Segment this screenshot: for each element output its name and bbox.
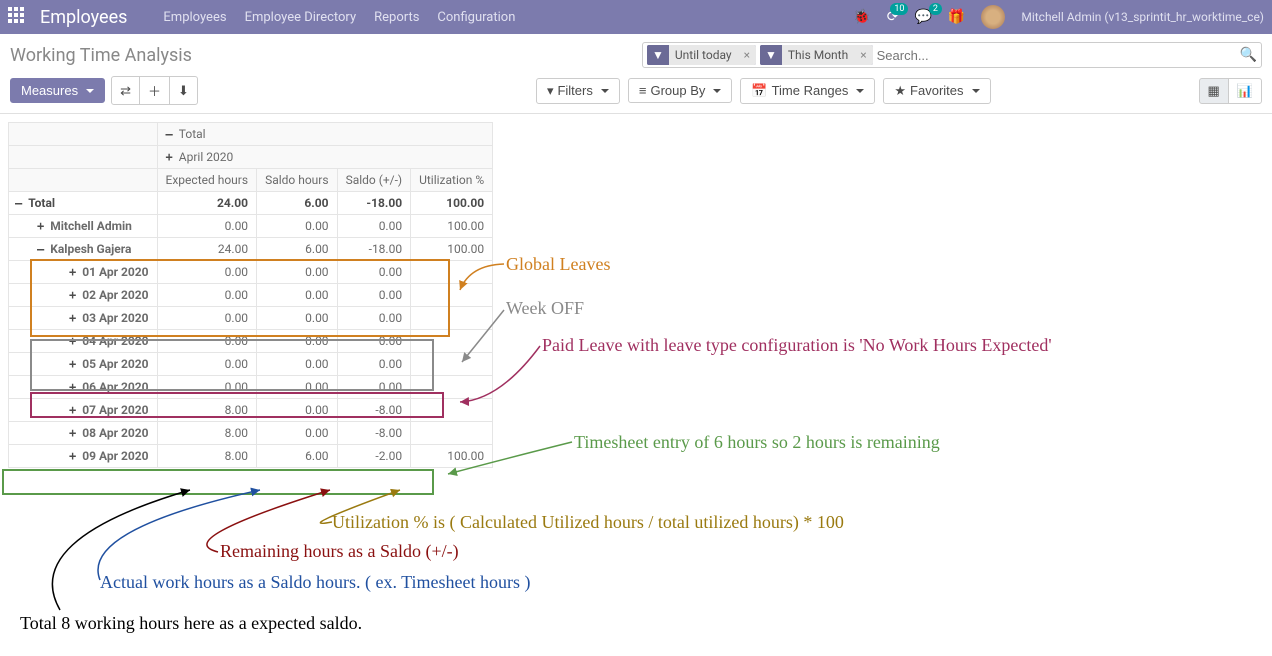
close-icon[interactable]: × — [738, 45, 756, 65]
username[interactable]: Mitchell Admin (v13_sprintit_hr_worktime… — [1021, 10, 1264, 24]
search-input[interactable] — [877, 48, 1236, 63]
annotation-actual: Actual work hours as a Saldo hours. ( ex… — [100, 572, 530, 593]
annotation-week-off: Week OFF — [506, 298, 584, 319]
highlight-timesheet — [2, 469, 434, 495]
activity-badge: 10 — [890, 3, 908, 15]
annotation-remaining: Remaining hours as a Saldo (+/-) — [220, 541, 459, 562]
app-brand[interactable]: Employees — [40, 7, 127, 28]
annotation-global-leaves: Global Leaves — [506, 254, 610, 275]
graph-view-button[interactable]: 📊 — [1228, 78, 1262, 104]
control-panel: Working Time Analysis ▼ Until today × ▼ … — [0, 34, 1272, 114]
filters-button[interactable]: ▾ Filters — [536, 78, 620, 104]
apps-icon[interactable] — [8, 7, 28, 27]
table-row[interactable]: +03 Apr 20200.000.000.00 — [9, 307, 493, 330]
activity-icon[interactable]: ⟳10 — [887, 9, 899, 25]
annotation-expected: Total 8 working hours here as a expected… — [20, 613, 362, 634]
annotation-paid-leave: Paid Leave with leave type configuration… — [542, 335, 1052, 356]
measures-button[interactable]: Measures — [10, 78, 105, 103]
search-icon[interactable]: 🔍 — [1240, 47, 1257, 63]
search-facet-this-month[interactable]: ▼ This Month × — [760, 45, 873, 65]
timeranges-button[interactable]: 📅 Time Ranges — [740, 78, 875, 104]
nav-link-reports[interactable]: Reports — [374, 10, 419, 25]
table-row[interactable]: +08 Apr 20208.000.00-8.00 — [9, 422, 493, 445]
pivot-view-button[interactable]: ▦ — [1199, 78, 1229, 104]
table-row[interactable]: +04 Apr 20200.000.000.00 — [9, 330, 493, 353]
top-navbar: Employees Employees Employee Directory R… — [0, 0, 1272, 34]
nav-links: Employees Employee Directory Reports Con… — [163, 10, 515, 25]
messages-badge: 2 — [929, 3, 942, 15]
table-row[interactable]: —Kalpesh Gajera24.006.00-18.00100.00 — [9, 238, 493, 261]
table-row[interactable]: —Total24.006.00-18.00100.00 — [9, 192, 493, 215]
nav-link-directory[interactable]: Employee Directory — [245, 10, 357, 25]
page-title: Working Time Analysis — [10, 45, 192, 66]
filter-icon: ▼ — [647, 45, 669, 65]
search-facet-until-today[interactable]: ▼ Until today × — [647, 45, 756, 65]
annotation-utilization: Utilization % is ( Calculated Utilized h… — [332, 512, 844, 533]
filter-icon: ▼ — [760, 45, 782, 65]
debug-icon[interactable]: 🐞 — [853, 9, 870, 25]
nav-link-configuration[interactable]: Configuration — [437, 10, 515, 25]
table-row[interactable]: +06 Apr 20200.000.000.00 — [9, 376, 493, 399]
groupby-button[interactable]: ≡ Group By — [628, 78, 733, 103]
avatar[interactable] — [981, 5, 1005, 29]
search-bar[interactable]: ▼ Until today × ▼ This Month × 🔍 — [642, 42, 1262, 68]
table-row[interactable]: +07 Apr 20208.000.00-8.00 — [9, 399, 493, 422]
download-button[interactable]: ⬇ — [169, 76, 198, 105]
expand-all-button[interactable]: ＋ — [139, 76, 170, 105]
table-row[interactable]: +09 Apr 20208.006.00-2.00100.00 — [9, 445, 493, 468]
nav-link-employees[interactable]: Employees — [163, 10, 226, 25]
gift-icon[interactable]: 🎁 — [948, 9, 965, 25]
table-row[interactable]: +Mitchell Admin0.000.000.00100.00 — [9, 215, 493, 238]
table-row[interactable]: +01 Apr 20200.000.000.00 — [9, 261, 493, 284]
flip-axis-button[interactable]: ⇄ — [111, 76, 140, 105]
pivot-area: —Total+April 2020Expected hoursSaldo hou… — [0, 114, 1272, 468]
table-row[interactable]: +02 Apr 20200.000.000.00 — [9, 284, 493, 307]
close-icon[interactable]: × — [854, 45, 872, 65]
favorites-button[interactable]: ★ Favorites — [883, 78, 990, 104]
annotation-timesheet: Timesheet entry of 6 hours so 2 hours is… — [574, 432, 940, 453]
pivot-table[interactable]: —Total+April 2020Expected hoursSaldo hou… — [8, 122, 493, 468]
table-row[interactable]: +05 Apr 20200.000.000.00 — [9, 353, 493, 376]
messages-icon[interactable]: 💬2 — [914, 9, 931, 25]
